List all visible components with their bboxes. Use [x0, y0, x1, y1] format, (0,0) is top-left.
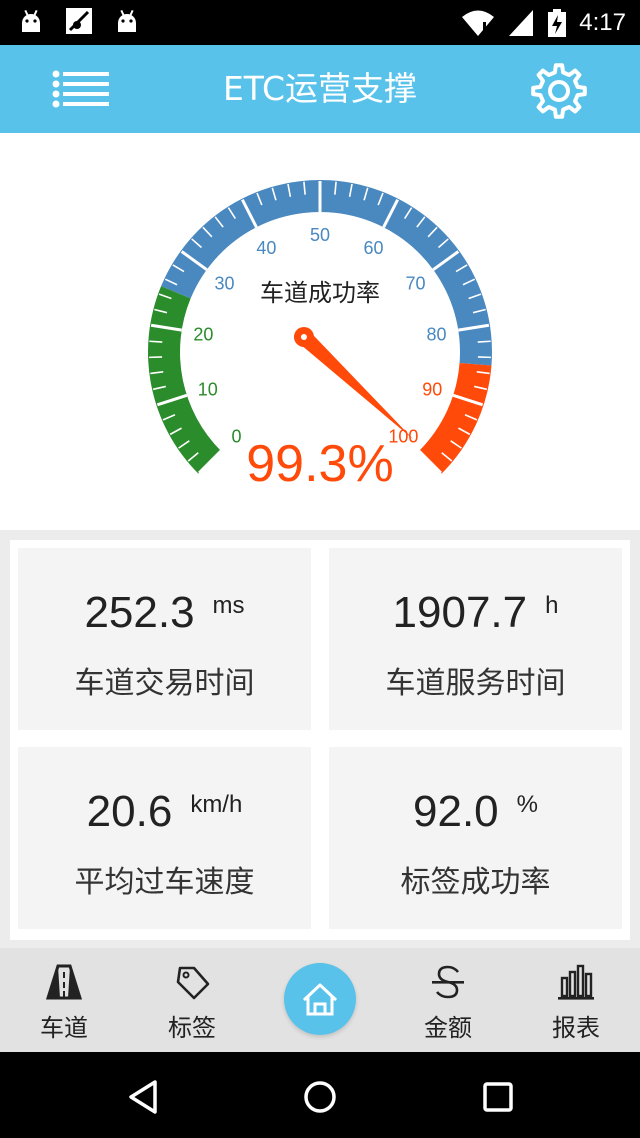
metric-card-tag-success-rate[interactable]: 92.0% 标签成功率: [329, 747, 622, 929]
metric-value: 252.3: [84, 588, 195, 637]
gauge-minor-tick: [149, 340, 163, 343]
gauge-value: 99.3%: [246, 435, 393, 493]
signal-icon: [509, 10, 534, 36]
home-icon: [302, 983, 338, 1016]
metric-label: 平均过车速度: [74, 865, 255, 900]
gauge-tick-label: 40: [256, 238, 276, 258]
gauge-tick-label: 30: [215, 274, 235, 294]
notification-icon: [66, 8, 92, 34]
gauge-panel: 0 10 20 30 40 50 60 70 80 90 100 车道成功率 99.3%: [0, 133, 640, 530]
bar-chart-icon: [558, 964, 594, 1000]
status-time: 4:17: [579, 9, 626, 36]
nav-item-lane[interactable]: 车道: [14, 962, 114, 1048]
android-icon: [118, 9, 136, 32]
metric-value: 92.0: [413, 787, 499, 836]
metrics-container: 252.3 ms 车道交易时间 1907.7 h 车道服务时间 20.6 km/h 平…: [10, 540, 630, 940]
metric-value: 20.6: [86, 787, 173, 836]
nav-item-amount[interactable]: 金额: [398, 962, 498, 1048]
gauge-needle-pivot: [300, 333, 307, 340]
gauge-tick-label: 20: [193, 325, 213, 345]
nav-label: 车道: [40, 1014, 88, 1042]
metric-label: 车道服务时间: [385, 666, 566, 701]
recents-icon[interactable]: [473, 1072, 523, 1122]
metric-unit: ms: [212, 592, 245, 619]
metric-label: 车道交易时间: [74, 666, 255, 701]
gauge-tick-label: 80: [427, 325, 447, 345]
gauge-minor-tick: [477, 340, 491, 343]
bottom-navigation: 车道 标签 金额 报表: [0, 948, 640, 1052]
gauge-tick-label: 70: [405, 274, 425, 294]
metric-card-average-speed[interactable]: 20.6 km/h 平均过车速度: [18, 747, 311, 929]
system-navigation-bar: [0, 1052, 640, 1138]
currency-icon: [432, 965, 464, 999]
gauge-needle: [298, 331, 414, 440]
success-rate-gauge: 0102030405060708090100 车道成功率 99.3%: [147, 180, 493, 493]
gauge-tick-label: 10: [198, 379, 218, 399]
nav-item-report[interactable]: 报表: [526, 962, 626, 1048]
nav-label: 金额: [424, 1014, 472, 1042]
metric-card-lane-service-time[interactable]: 1907.7 h 车道服务时间: [329, 548, 622, 730]
status-bar: 4:17: [0, 0, 640, 45]
metrics-grid: 252.3 ms 车道交易时间 1907.7 h 车道服务时间 20.6 km/h 平…: [0, 530, 640, 948]
metric-value: 1907.7: [392, 588, 528, 637]
gauge-tick-label: 60: [364, 238, 384, 258]
gear-icon: [531, 63, 587, 119]
nav-item-tag[interactable]: 标签: [142, 962, 242, 1048]
settings-button[interactable]: [527, 59, 591, 123]
metric-unit: %: [516, 791, 538, 818]
gauge-tick-label: 0: [232, 426, 242, 446]
android-icon: [22, 9, 40, 32]
nav-label: 标签: [168, 1014, 216, 1042]
app-bar: ETC运营支撑: [0, 45, 640, 133]
wifi-icon: [462, 10, 495, 36]
home-button[interactable]: [284, 963, 356, 1035]
gauge-tick-label: 50: [310, 225, 330, 245]
gauge-tick-label: 90: [422, 379, 442, 399]
back-icon[interactable]: [119, 1072, 169, 1122]
metric-label: 标签成功率: [400, 865, 551, 900]
gauge-title: 车道成功率: [260, 279, 380, 307]
nav-label: 报表: [552, 1014, 600, 1042]
road-icon: [45, 964, 83, 1000]
home-circle-icon[interactable]: [295, 1072, 345, 1122]
metric-card-lane-transaction-time[interactable]: 252.3 ms 车道交易时间: [18, 548, 311, 730]
metric-unit: km/h: [190, 791, 243, 818]
battery-charging-icon: [548, 9, 567, 37]
metric-unit: h: [545, 592, 559, 619]
tag-icon: [176, 966, 210, 1000]
